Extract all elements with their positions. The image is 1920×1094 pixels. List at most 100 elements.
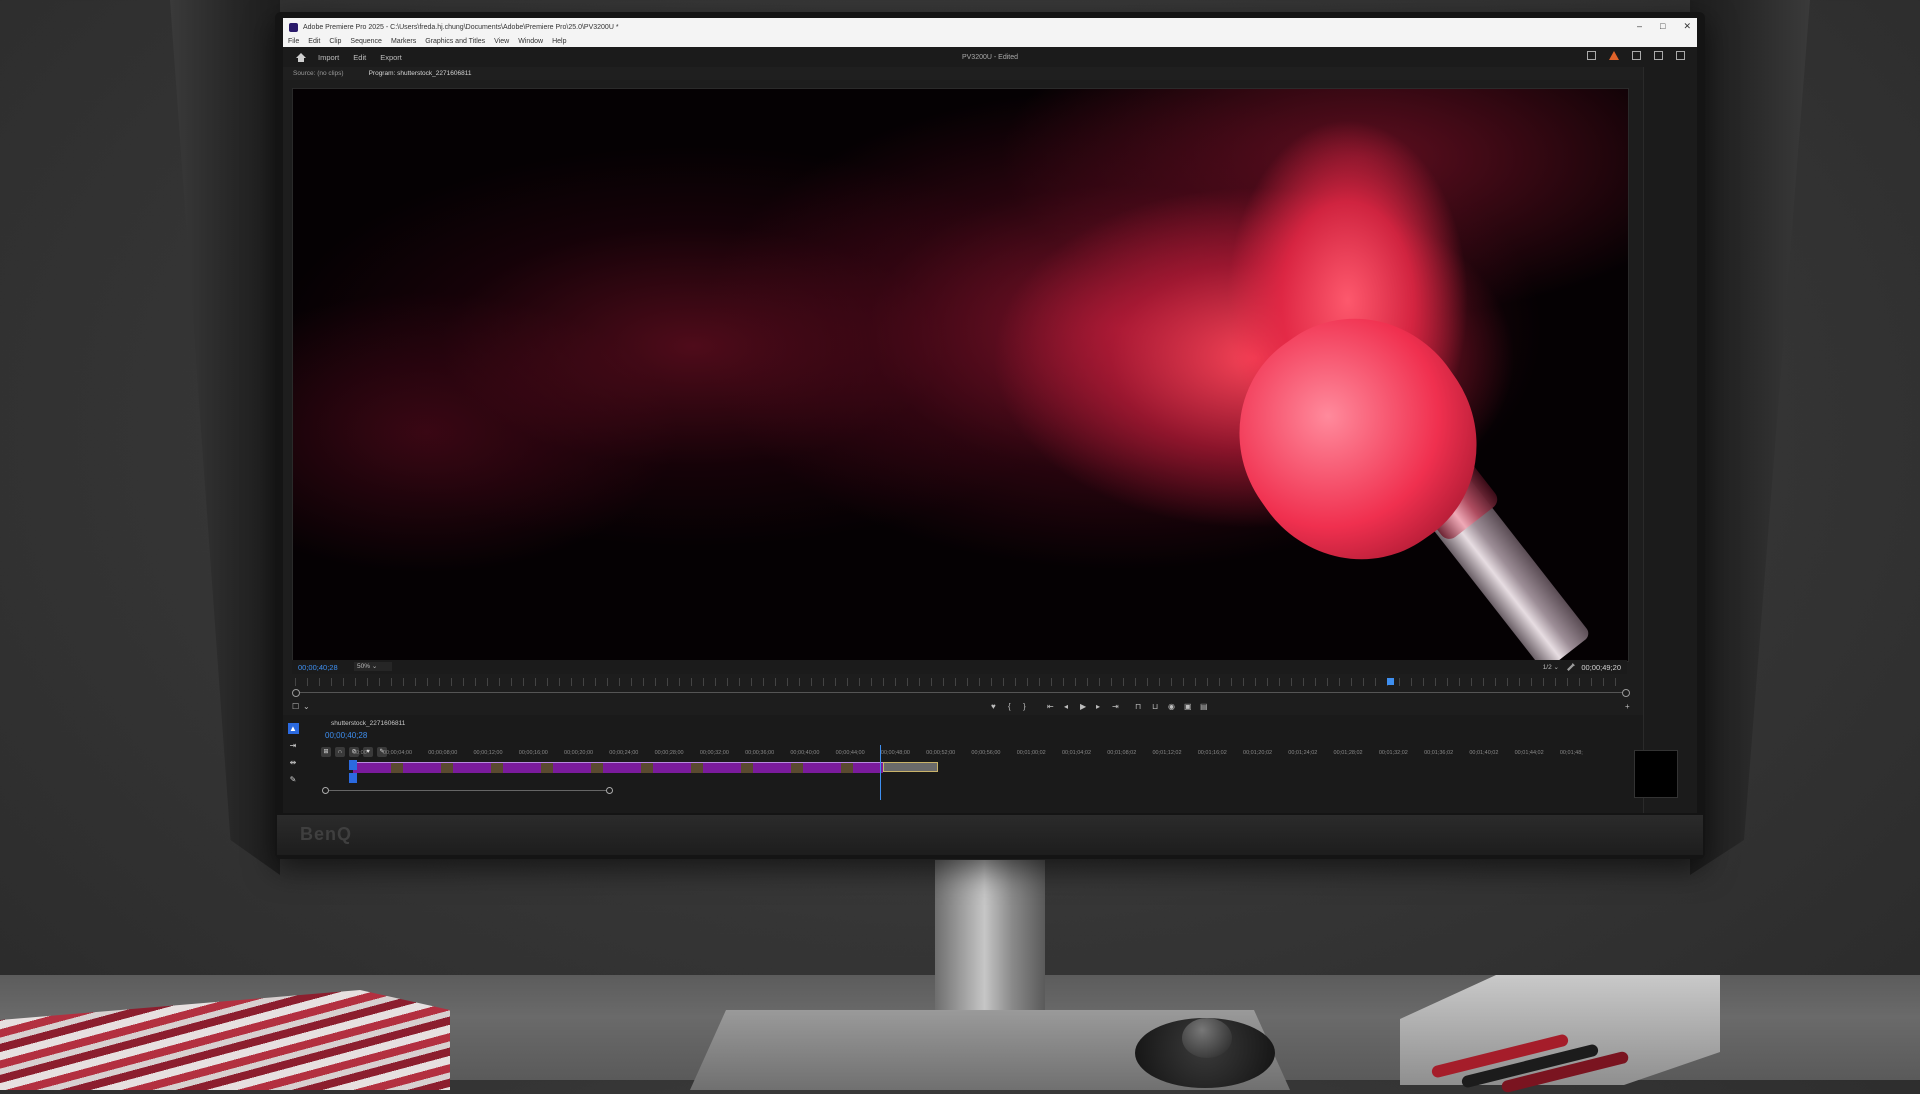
timeline-ruler-label: 00;01;44;02 — [1514, 750, 1544, 756]
workspaces-icon[interactable] — [1587, 51, 1596, 60]
button-editor-icon[interactable]: + — [1625, 702, 1630, 711]
timeline-ruler-label: 00;01;28;02 — [1333, 750, 1363, 756]
timeline-ruler-label: 00;00 — [353, 750, 367, 756]
timeline-playhead[interactable] — [880, 745, 881, 800]
timeline-ruler-label: 00;01;12;02 — [1152, 750, 1182, 756]
selection-tool-icon[interactable]: ▲ — [287, 723, 299, 734]
menu-graphics-and-titles[interactable]: Graphics and Titles — [425, 38, 485, 45]
zoom-level-value: 50% — [357, 663, 371, 670]
vr-video-icon[interactable]: ▤ — [1200, 702, 1208, 711]
menu-clip[interactable]: Clip — [329, 38, 341, 45]
video-clip-tail[interactable] — [883, 762, 938, 772]
program-monitor-status-bar: 00;00;40;28 50% ⌄ 1/2 ⌄ 00;00;49;20 — [292, 660, 1627, 674]
nest-toggle-icon[interactable]: ⊞ — [321, 747, 331, 757]
home-icon[interactable] — [296, 52, 306, 62]
menu-markers[interactable]: Markers — [391, 38, 416, 45]
track-select-tool-icon[interactable]: ⇥ — [288, 740, 299, 751]
menu-edit[interactable]: Edit — [308, 38, 320, 45]
scrollbar-handle-left[interactable] — [292, 689, 300, 697]
go-to-in-icon[interactable]: ⇤ — [1047, 702, 1054, 711]
razor-tool-icon[interactable]: ✎ — [288, 774, 299, 785]
scrollbar-handle-right[interactable] — [1622, 689, 1630, 697]
settings-chevron-icon[interactable]: ⌄ — [303, 702, 310, 711]
timeline-scroll-handle-left[interactable] — [322, 787, 329, 794]
window-controls: – □ ✕ — [1637, 21, 1691, 32]
timeline-ruler-label: 00;00;32;00 — [699, 750, 729, 756]
audio-track-target[interactable] — [349, 773, 357, 783]
monitor-time-ruler[interactable] — [295, 678, 1627, 686]
monitor-hood-right — [1690, 0, 1810, 875]
project-title: PV3200U - Edited — [961, 53, 1019, 61]
step-back-icon[interactable]: ◂ — [1064, 702, 1068, 711]
timeline-ruler[interactable]: 00;00 00;00;04;00 00;00;08;00 00;00;12;00 00… — [353, 750, 1583, 759]
menu-window[interactable]: Window — [518, 38, 543, 45]
timeline-ruler-label: 00;01;40;02 — [1469, 750, 1499, 756]
playhead-timecode[interactable]: 00;00;40;28 — [298, 663, 338, 672]
edit-tab[interactable]: Edit — [353, 53, 366, 62]
playback-resolution-select[interactable]: 1/2 ⌄ — [1543, 663, 1559, 671]
program-monitor-tab[interactable]: Program: shutterstock_2271606811 — [369, 70, 472, 77]
timeline-zoom-scrollbar[interactable] — [322, 787, 613, 794]
hotkey-puck-dial — [1182, 1018, 1232, 1058]
zoom-level-select[interactable]: 50% ⌄ — [354, 662, 392, 671]
timeline-ruler-label: 00;01;00;02 — [1016, 750, 1046, 756]
window-title: Adobe Premiere Pro 2025 - C:\Users\freda… — [303, 23, 619, 31]
import-tab[interactable]: Import — [318, 53, 339, 62]
step-forward-icon[interactable]: ▸ — [1096, 702, 1100, 711]
snap-toggle-icon[interactable]: ∩ — [335, 747, 345, 757]
timeline-ruler-label: 00;01;24;02 — [1288, 750, 1318, 756]
share-icon[interactable] — [1632, 51, 1641, 60]
menu-sequence[interactable]: Sequence — [350, 38, 382, 45]
play-icon[interactable]: ▶ — [1080, 702, 1086, 711]
video-clip-shutterstock[interactable] — [353, 762, 883, 773]
timeline-ruler-label: 00;01;32;02 — [1378, 750, 1408, 756]
duration-timecode: 00;00;49;20 — [1581, 663, 1621, 672]
timeline-ruler-label: 00;00;04;00 — [382, 750, 413, 756]
menu-view[interactable]: View — [494, 38, 509, 45]
panel-menu-icon[interactable] — [1654, 51, 1663, 60]
add-marker-icon[interactable]: ♥ — [991, 702, 996, 711]
timeline-scroll-handle-right[interactable] — [606, 787, 613, 794]
go-to-out-icon[interactable]: ⇥ — [1112, 702, 1119, 711]
window-titlebar[interactable]: Adobe Premiere Pro 2025 - C:\Users\freda… — [283, 18, 1697, 36]
timeline-ruler-label: 00;01;20;02 — [1243, 750, 1273, 756]
maximize-button[interactable]: □ — [1660, 21, 1665, 32]
tools-panel: ▲ ⇥ ⇹ ✎ — [285, 723, 301, 785]
timeline-ruler-label: 00;00;56;00 — [971, 750, 1001, 756]
close-button[interactable]: ✕ — [1683, 21, 1691, 32]
timeline-ruler-label: 00;01;04;02 — [1061, 750, 1092, 756]
wrench-icon[interactable] — [1567, 663, 1575, 671]
monitor-screen: Adobe Premiere Pro 2025 - C:\Users\freda… — [283, 18, 1697, 813]
export-frame-icon[interactable]: ◉ — [1168, 702, 1175, 711]
monitor-panel-tabs: Source: (no clips) Program: shutterstock… — [283, 67, 1643, 80]
program-monitor-viewer[interactable] — [292, 88, 1629, 662]
safe-margins-icon[interactable]: ☐ — [292, 702, 299, 711]
audio-meter-panel — [1634, 750, 1678, 798]
menu-file[interactable]: File — [288, 38, 299, 45]
timeline-ruler-label: 00;00;08;00 — [428, 750, 458, 756]
warning-icon[interactable] — [1609, 51, 1619, 60]
extract-icon[interactable]: ⊔ — [1152, 702, 1158, 711]
monitor-stand-neck — [935, 860, 1045, 1035]
monitor-brand-logo: BenQ — [300, 824, 353, 844]
export-tab[interactable]: Export — [380, 53, 402, 62]
comparison-view-icon[interactable]: ▣ — [1184, 702, 1192, 711]
sequence-tab[interactable]: shutterstock_2271606811 — [331, 720, 405, 727]
resolution-value: 1/2 — [1542, 664, 1552, 671]
timeline-ruler-label: 00;00;36;00 — [745, 750, 775, 756]
menu-help[interactable]: Help — [552, 38, 566, 45]
timeline-ruler-label: 00;00;16;00 — [518, 750, 548, 756]
video-track-target[interactable] — [349, 760, 357, 770]
source-monitor-tab[interactable]: Source: (no clips) — [293, 70, 344, 77]
fullscreen-icon[interactable] — [1676, 51, 1685, 60]
minimize-button[interactable]: – — [1637, 21, 1642, 32]
header-icons — [1587, 51, 1685, 60]
timeline-timecode[interactable]: 00;00;40;28 — [325, 731, 367, 740]
monitor-playhead-marker[interactable] — [1387, 678, 1395, 685]
mark-out-icon[interactable]: } — [1023, 702, 1026, 711]
lift-icon[interactable]: ⊓ — [1135, 702, 1141, 711]
mark-in-icon[interactable]: { — [1008, 702, 1011, 711]
ripple-edit-tool-icon[interactable]: ⇹ — [288, 757, 299, 768]
app-header: Import Edit Export PV3200U - Edited — [283, 47, 1697, 67]
monitor-zoom-scrollbar[interactable] — [292, 689, 1630, 697]
